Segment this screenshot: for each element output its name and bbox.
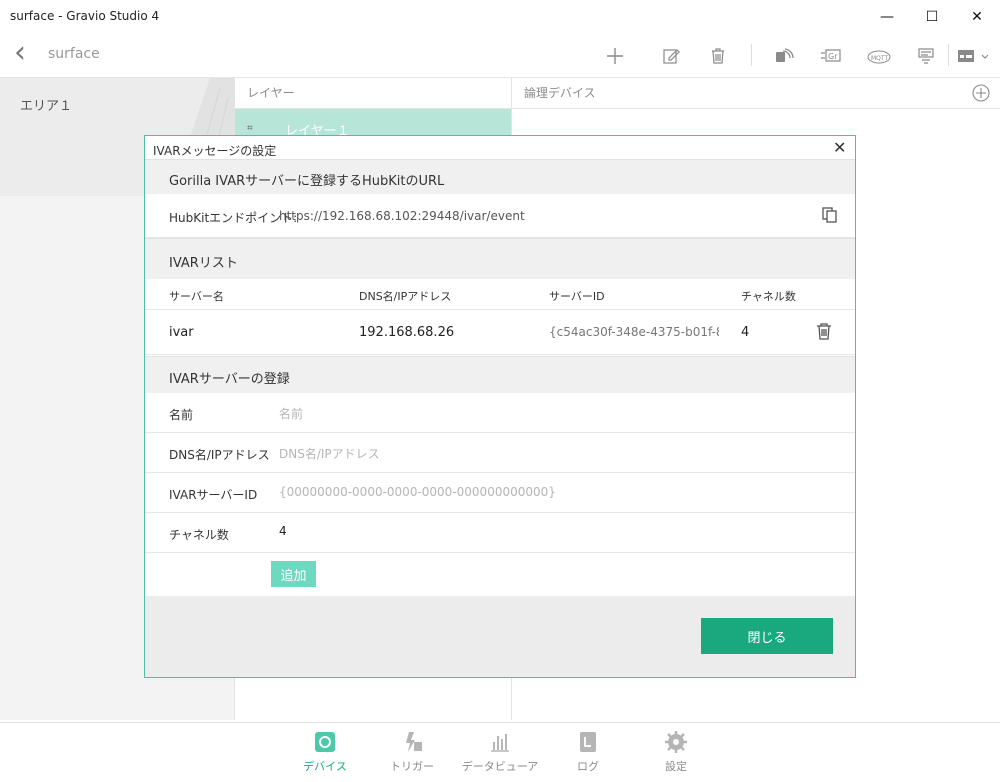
nav-dataviewer[interactable]: データビューア: [460, 728, 540, 774]
edit-icon[interactable]: [659, 44, 683, 68]
col-dns: DNS名/IPアドレス: [359, 290, 452, 303]
nav-devices-label: デバイス: [303, 760, 347, 773]
nav-trigger[interactable]: トリガー: [372, 728, 452, 774]
endpoint-value: https://192.168.68.102:29448/ivar/event: [279, 209, 525, 223]
gear-device-icon: [313, 730, 337, 754]
server-id-cell: {c54ac30f-348e-4375-b01f-8: [549, 325, 719, 339]
trash-icon[interactable]: [816, 322, 832, 344]
name-input[interactable]: 名前: [279, 405, 303, 422]
minimize-button[interactable]: —: [864, 0, 910, 33]
section-hubkit-url: Gorilla IVARサーバーに登録するHubKitのURL: [145, 159, 855, 195]
dialog-title: IVARメッセージの設定: [153, 144, 277, 158]
svg-text:Gr: Gr: [828, 52, 838, 61]
close-window-button[interactable]: ✕: [954, 0, 1000, 33]
window-title: surface - Gravio Studio 4: [10, 9, 160, 23]
page-title: surface: [48, 46, 100, 62]
settings-icon: [664, 730, 688, 754]
channel-label: チャネル数: [169, 528, 229, 542]
nav-log-label: ログ: [577, 760, 599, 773]
layer-header: レイヤー: [235, 78, 511, 109]
dialog-close-icon[interactable]: ✕: [833, 138, 846, 157]
area-name: エリア１: [20, 99, 73, 114]
nav-devices[interactable]: デバイス: [285, 728, 365, 774]
nav-settings[interactable]: 設定: [636, 728, 716, 774]
name-label: 名前: [169, 408, 194, 422]
section-ivar-list: IVARリスト: [145, 238, 855, 280]
section-hubkit-url-title: Gorilla IVARサーバーに登録するHubKitのURL: [169, 174, 445, 189]
back-button[interactable]: ‹: [14, 36, 26, 70]
add-circle-icon[interactable]: [972, 84, 990, 106]
title-bar: surface - Gravio Studio 4 — ☐ ✕: [0, 0, 1000, 33]
ivar-dialog: IVARメッセージの設定 ✕ Gorilla IVARサーバーに登録するHubK…: [144, 135, 856, 678]
col-server-name: サーバー名: [169, 290, 224, 303]
add-row: 追加: [145, 553, 855, 595]
section-register-title: IVARサーバーの登録: [169, 372, 290, 387]
camera-device-icon[interactable]: [772, 44, 796, 68]
col-server-id: サーバーID: [549, 290, 605, 303]
dns-label: DNS名/IPアドレス: [169, 448, 270, 462]
maximize-button[interactable]: ☐: [909, 0, 955, 33]
app-bar: [0, 33, 1000, 78]
svg-text:MQTT: MQTT: [871, 55, 888, 62]
server-id-label: IVARサーバーID: [169, 488, 258, 502]
dialog-titlebar: IVARメッセージの設定 ✕: [145, 136, 855, 160]
endpoint-label: HubKitエンドポイント:: [169, 211, 298, 225]
chart-icon: [488, 730, 512, 754]
nav-dataviewer-label: データビューア: [461, 760, 539, 773]
dialog-footer: 閉じる: [145, 596, 855, 677]
layer-icon: ⌗: [247, 123, 253, 134]
close-button[interactable]: 閉じる: [701, 618, 833, 654]
dns-input[interactable]: DNS名/IPアドレス: [279, 445, 380, 462]
section-register: IVARサーバーの登録: [145, 356, 855, 394]
mqtt-icon[interactable]: MQTT: [866, 44, 892, 68]
section-ivar-list-title: IVARリスト: [169, 256, 238, 271]
endpoint-row: HubKitエンドポイント: https://192.168.68.102:29…: [145, 194, 855, 238]
list-view-icon[interactable]: [914, 44, 938, 68]
copy-icon[interactable]: [822, 207, 838, 227]
trigger-icon: [400, 730, 424, 754]
nav-log[interactable]: ログ: [548, 728, 628, 774]
layout-menu-icon[interactable]: [955, 44, 991, 68]
nav-settings-label: 設定: [665, 760, 687, 773]
toolbar-divider: [751, 44, 752, 66]
add-icon[interactable]: [603, 44, 627, 68]
dns-field-row: DNS名/IPアドレス DNS名/IPアドレス: [145, 433, 855, 473]
server-channels-cell: 4: [741, 325, 750, 340]
col-channels: チャネル数: [741, 290, 796, 303]
nav-trigger-label: トリガー: [390, 760, 434, 773]
table-row[interactable]: ivar 192.168.68.26 {c54ac30f-348e-4375-b…: [145, 310, 855, 355]
logical-device-header: 論理デバイス: [512, 78, 1000, 109]
channel-input[interactable]: 4: [279, 524, 287, 538]
delete-icon[interactable]: [706, 44, 730, 68]
log-icon: [576, 730, 600, 754]
toolbar-divider-2: [948, 44, 949, 66]
server-name-cell: ivar: [169, 325, 194, 340]
server-dns-cell: 192.168.68.26: [359, 325, 455, 340]
name-field-row: 名前 名前: [145, 393, 855, 433]
list-header-row: サーバー名 DNS名/IPアドレス サーバーID チャネル数: [145, 279, 855, 310]
server-id-field-row: IVARサーバーID {00000000-0000-0000-0000-0000…: [145, 473, 855, 513]
add-button[interactable]: 追加: [271, 561, 316, 587]
gr-device-icon[interactable]: Gr: [819, 44, 843, 68]
server-id-input[interactable]: {00000000-0000-0000-0000-000000000000}: [279, 485, 556, 499]
channel-field-row: チャネル数 4: [145, 513, 855, 553]
